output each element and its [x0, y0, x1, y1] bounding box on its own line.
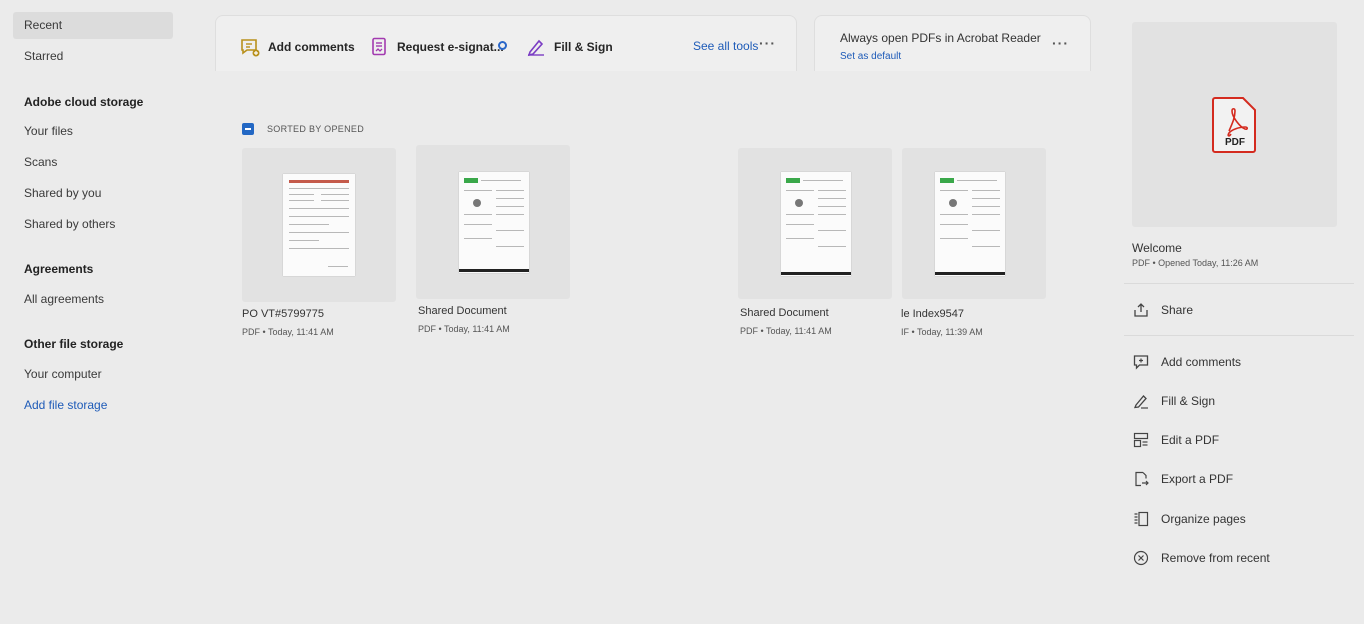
- fill-sign-action-label: Fill & Sign: [1161, 394, 1216, 408]
- file-thumbnail[interactable]: [738, 148, 892, 299]
- fill-sign-action[interactable]: Fill & Sign: [1132, 391, 1215, 411]
- remove-from-recent-action-label: Remove from recent: [1161, 551, 1270, 565]
- sidebar-heading-cloud: Adobe cloud storage: [24, 95, 144, 109]
- sort-header: SORTED BY OPENED: [242, 123, 364, 135]
- remove-from-recent-action[interactable]: Remove from recent: [1132, 548, 1270, 568]
- document-page-preview: [459, 172, 529, 273]
- file-name: Shared Document: [418, 305, 507, 317]
- sidebar-item-your-computer[interactable]: Your computer: [13, 361, 173, 388]
- share-label: Share: [1161, 303, 1194, 317]
- sidebar-item-add-file-storage[interactable]: Add file storage: [13, 392, 173, 419]
- more-tools-icon[interactable]: ···: [759, 35, 776, 51]
- file-meta: PDF • Today, 11:41 AM: [242, 327, 334, 337]
- esign-doc-icon: [372, 37, 386, 56]
- sidebar: Recent Starred Adobe cloud storage Your …: [0, 0, 190, 624]
- see-all-tools-link[interactable]: See all tools: [693, 39, 758, 53]
- share-icon: [1132, 302, 1149, 319]
- add-comment-icon: [241, 39, 260, 57]
- organize-pages-icon: [1132, 511, 1149, 528]
- banner-more-icon[interactable]: ···: [1052, 35, 1069, 51]
- pdf-file-icon: PDF: [1212, 97, 1256, 153]
- organize-pages-action[interactable]: Organize pages: [1132, 509, 1246, 529]
- export-pdf-action-label: Export a PDF: [1161, 472, 1234, 486]
- sort-label[interactable]: SORTED BY OPENED: [267, 124, 364, 134]
- add-comments-action-label: Add comments: [1161, 355, 1242, 369]
- selected-file-thumbnail: PDF: [1132, 22, 1337, 227]
- file-thumbnail[interactable]: [242, 148, 396, 302]
- file-name: PO VT#5799775: [242, 308, 324, 320]
- request-esign-tool[interactable]: Request e-signat...: [371, 36, 504, 58]
- sidebar-item-scans[interactable]: Scans: [13, 149, 173, 176]
- export-pdf-action[interactable]: Export a PDF: [1132, 469, 1233, 489]
- add-comments-action[interactable]: Add comments: [1132, 352, 1241, 372]
- file-thumbnail[interactable]: [902, 148, 1046, 299]
- file-meta: IF • Today, 11:39 AM: [901, 327, 983, 337]
- fill-sign-tool[interactable]: Fill & Sign: [526, 36, 613, 58]
- pdf-icon-label: PDF: [1225, 137, 1245, 148]
- selected-file-name: Welcome: [1132, 241, 1182, 255]
- set-as-default-link[interactable]: Set as default: [840, 51, 901, 62]
- sidebar-item-your-files[interactable]: Your files: [13, 118, 173, 145]
- file-meta: PDF • Today, 11:41 AM: [418, 324, 510, 334]
- sidebar-item-all-agreements[interactable]: All agreements: [13, 286, 173, 313]
- sidebar-heading-other-storage: Other file storage: [24, 337, 124, 351]
- export-icon: [1132, 471, 1149, 488]
- remove-circle-icon: [1132, 550, 1149, 567]
- fill-sign-label: Fill & Sign: [554, 40, 613, 54]
- edit-pdf-action-label: Edit a PDF: [1161, 433, 1220, 447]
- sidebar-item-recent[interactable]: Recent: [13, 12, 173, 39]
- sidebar-item-shared-by-you[interactable]: Shared by you: [13, 180, 173, 207]
- file-name: Shared Document: [740, 307, 829, 319]
- add-comments-tool[interactable]: Add comments: [240, 36, 355, 58]
- organize-pages-action-label: Organize pages: [1161, 512, 1246, 526]
- document-page-preview: [935, 172, 1005, 276]
- select-all-checkbox[interactable]: [242, 123, 254, 135]
- sidebar-item-shared-by-others[interactable]: Shared by others: [13, 211, 173, 238]
- edit-layout-icon: [1132, 432, 1149, 449]
- pen-icon: [1132, 393, 1149, 410]
- edit-pdf-action[interactable]: Edit a PDF: [1132, 430, 1219, 450]
- document-page-preview: [781, 172, 851, 276]
- file-name: le Index9547: [901, 308, 964, 320]
- default-app-banner: Always open PDFs in Acrobat Reader Set a…: [814, 15, 1091, 71]
- file-meta: PDF • Today, 11:41 AM: [740, 326, 832, 336]
- sidebar-heading-agreements: Agreements: [24, 262, 94, 276]
- document-page-preview: [283, 174, 355, 276]
- share-button[interactable]: Share: [1132, 300, 1193, 320]
- sidebar-item-starred[interactable]: Starred: [13, 43, 173, 70]
- add-comments-label: Add comments: [268, 40, 355, 54]
- request-esign-label: Request e-signat...: [397, 40, 504, 54]
- fill-sign-pen-icon: [527, 39, 544, 57]
- quick-tools-card: Add comments Request e-signat... Fill & …: [215, 15, 797, 71]
- comment-icon: [1132, 354, 1149, 371]
- new-badge-icon: [498, 41, 507, 50]
- divider: [1124, 283, 1354, 284]
- default-app-title: Always open PDFs in Acrobat Reader: [840, 31, 1041, 45]
- file-thumbnail[interactable]: [416, 145, 570, 299]
- divider: [1124, 335, 1354, 336]
- selected-file-meta: PDF • Opened Today, 11:26 AM: [1132, 258, 1259, 268]
